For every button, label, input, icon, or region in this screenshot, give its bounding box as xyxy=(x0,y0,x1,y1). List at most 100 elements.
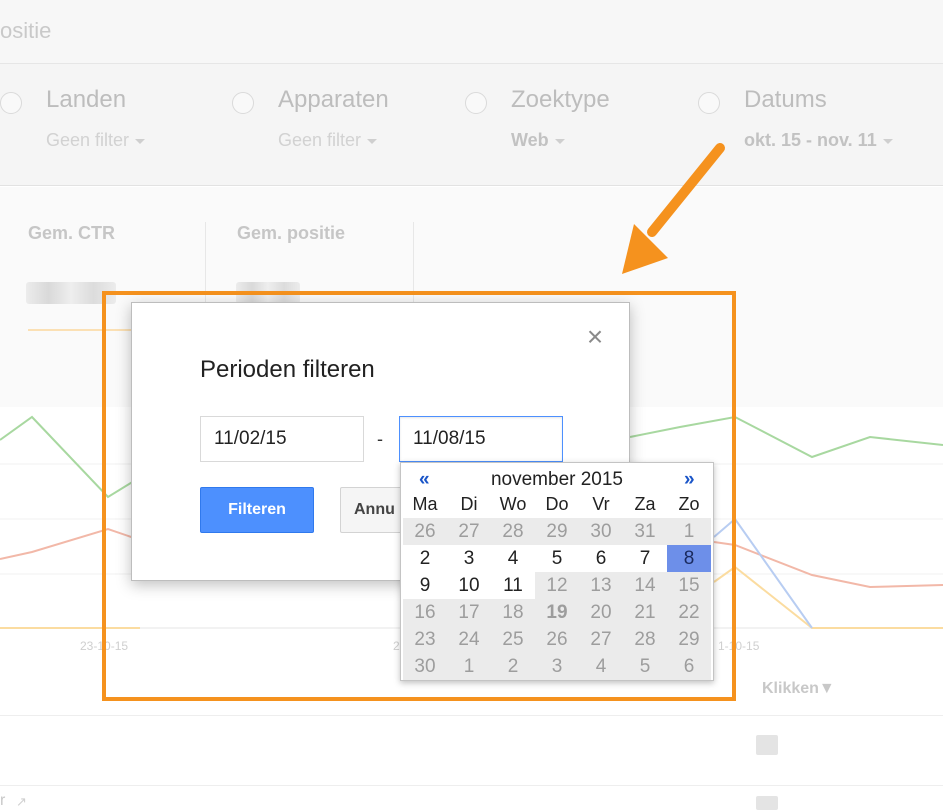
weekday-header: Wo xyxy=(499,494,527,514)
table-divider xyxy=(0,785,943,786)
filter-value-dropdown[interactable]: Geen filter xyxy=(278,130,378,151)
calendar-day[interactable]: 12 xyxy=(535,572,579,599)
calendar-day[interactable]: 3 xyxy=(447,545,491,572)
external-link-icon[interactable]: ↗ xyxy=(16,794,27,810)
calendar-day[interactable]: 23 xyxy=(403,626,447,653)
close-icon[interactable]: × xyxy=(584,323,606,351)
calendar-day[interactable]: 27 xyxy=(447,518,491,545)
blurred-cell xyxy=(756,735,778,755)
column-header-klikken[interactable]: Klikken▼ xyxy=(762,680,835,698)
filter-value-text: Geen filter xyxy=(46,130,130,150)
caret-down-icon xyxy=(367,138,378,144)
radio-button[interactable] xyxy=(465,92,487,114)
series-green-right xyxy=(629,415,943,459)
calendar-day[interactable]: 4 xyxy=(491,545,535,572)
filter-label: Zoektype xyxy=(511,86,610,113)
weekday-header: Do xyxy=(545,494,569,514)
calendar-day[interactable]: 29 xyxy=(667,626,711,653)
calendar-day[interactable]: 25 xyxy=(491,626,535,653)
calendar-day[interactable]: 22 xyxy=(667,599,711,626)
page-title: ositie xyxy=(0,18,52,43)
next-month-icon[interactable]: » xyxy=(684,467,695,493)
end-date-input[interactable] xyxy=(399,416,563,462)
metric-ctr-label: Gem. CTR xyxy=(28,223,116,243)
calendar-day[interactable]: 9 xyxy=(403,572,447,599)
filter-value-dropdown[interactable]: okt. 15 - nov. 11 xyxy=(744,130,893,151)
weekday-header: Ma xyxy=(412,494,438,514)
date-picker: november 2015 « » Ma Di Wo Do Vr Za Zo 26 27 28 29… xyxy=(400,462,714,681)
column-header-label: Klikken xyxy=(762,680,819,697)
series-yellow-right xyxy=(713,565,943,629)
series-red-right xyxy=(713,541,943,589)
filter-value-text: Web xyxy=(511,130,549,150)
calendar-day[interactable]: 6 xyxy=(667,653,711,680)
dialog-title: Perioden filteren xyxy=(200,356,375,383)
filter-value-dropdown[interactable]: Geen filter xyxy=(46,130,146,151)
filter-label: Landen xyxy=(46,86,127,113)
calendar-day[interactable]: 17 xyxy=(447,599,491,626)
table-row-label[interactable]: r xyxy=(0,792,5,810)
calendar-day[interactable]: 2 xyxy=(491,653,535,680)
page-header: ositie xyxy=(0,0,943,64)
calendar-day[interactable]: 31 xyxy=(623,518,667,545)
filter-label: Apparaten xyxy=(278,86,389,113)
calendar-day[interactable]: 19 xyxy=(535,599,579,626)
weekday-header: Di xyxy=(460,494,478,514)
calendar-day[interactable]: 11 xyxy=(491,572,535,599)
weekday-header: Vr xyxy=(592,494,610,514)
caret-down-icon xyxy=(135,138,146,144)
filter-value-dropdown[interactable]: Web xyxy=(511,130,565,151)
calendar-day[interactable]: 7 xyxy=(623,545,667,572)
calendar-day[interactable]: 26 xyxy=(535,626,579,653)
calendar-month-label: november 2015 xyxy=(490,469,624,490)
calendar-day[interactable]: 30 xyxy=(403,653,447,680)
calendar-day[interactable]: 28 xyxy=(623,626,667,653)
weekday-header: Zo xyxy=(678,494,700,514)
sort-desc-icon: ▼ xyxy=(818,680,835,697)
calendar-day[interactable]: 4 xyxy=(579,653,623,680)
calendar-day[interactable]: 24 xyxy=(447,626,491,653)
calendar-day[interactable]: 15 xyxy=(667,572,711,599)
calendar-day[interactable]: 2 xyxy=(403,545,447,572)
radio-button[interactable] xyxy=(698,92,720,114)
calendar-day[interactable]: 29 xyxy=(535,518,579,545)
calendar-day[interactable]: 1 xyxy=(447,653,491,680)
calendar-day[interactable]: 26 xyxy=(403,518,447,545)
start-date-input[interactable] xyxy=(200,416,364,462)
prev-month-icon[interactable]: « xyxy=(419,467,430,493)
calendar-day[interactable]: 21 xyxy=(623,599,667,626)
calendar-day[interactable]: 1 xyxy=(667,518,711,545)
date-separator: - xyxy=(377,429,383,449)
filter-button[interactable]: Filteren xyxy=(200,487,314,533)
calendar-day[interactable]: 18 xyxy=(491,599,535,626)
calendar-day[interactable]: 13 xyxy=(579,572,623,599)
blurred-cell xyxy=(756,796,778,810)
radio-button[interactable] xyxy=(232,92,254,114)
metric-position-label: Gem. positie xyxy=(237,223,346,243)
calendar-day[interactable]: 27 xyxy=(579,626,623,653)
blurred-metric-value xyxy=(236,282,300,304)
filter-value-text: Geen filter xyxy=(278,130,362,150)
series-red-left xyxy=(0,527,141,560)
calendar-day[interactable]: 5 xyxy=(535,545,579,572)
filter-value-text: okt. 15 - nov. 11 xyxy=(744,130,877,150)
calendar-day[interactable]: 6 xyxy=(579,545,623,572)
calendar-day[interactable]: 16 xyxy=(403,599,447,626)
calendar-day[interactable]: 28 xyxy=(491,518,535,545)
x-tick-label: 23-10-15 xyxy=(80,639,128,653)
calendar-day[interactable]: 3 xyxy=(535,653,579,680)
calendar-day-selected[interactable]: 8 xyxy=(667,545,711,572)
calendar-day[interactable]: 30 xyxy=(579,518,623,545)
caret-down-icon xyxy=(554,138,565,144)
annotation-arrow-icon xyxy=(622,143,725,274)
filter-label: Datums xyxy=(744,86,827,113)
table-divider xyxy=(0,715,943,716)
weekday-header: Za xyxy=(634,494,656,514)
calendar-day[interactable]: 20 xyxy=(579,599,623,626)
calendar-day[interactable]: 14 xyxy=(623,572,667,599)
calendar-day[interactable]: 10 xyxy=(447,572,491,599)
calendar-day[interactable]: 5 xyxy=(623,653,667,680)
x-tick-label: 2 xyxy=(393,639,400,653)
radio-button[interactable] xyxy=(0,92,22,114)
x-tick-label: 1-10-15 xyxy=(718,639,760,653)
